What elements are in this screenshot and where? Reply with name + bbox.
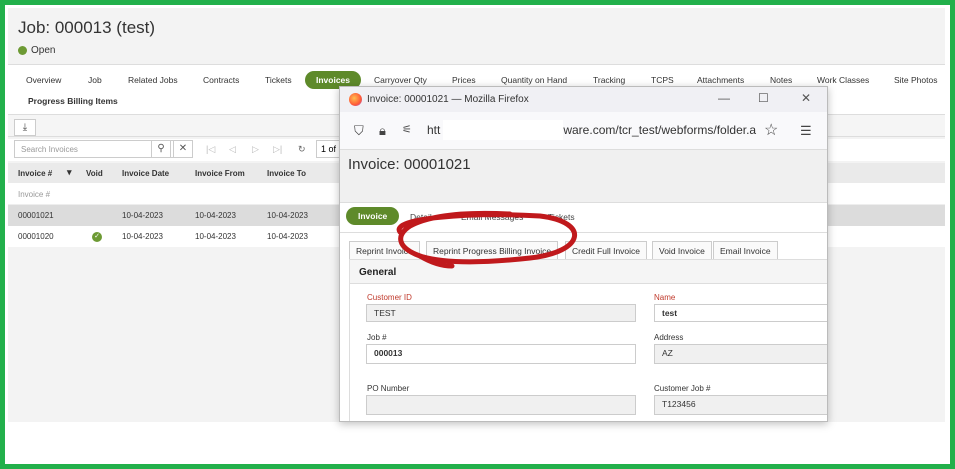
- tab-overview[interactable]: Overview: [26, 71, 61, 89]
- window-titlebar: Invoice: 00001021 — Mozilla Firefox — ☐ …: [340, 87, 827, 112]
- window-title: Invoice: 00001021 — Mozilla Firefox: [367, 94, 529, 105]
- firefox-popup-window: Invoice: 00001021 — Mozilla Firefox — ☐ …: [339, 86, 828, 422]
- tab-email-messages[interactable]: Email Messages: [461, 212, 523, 222]
- page-title: Job: 000013 (test): [18, 18, 156, 37]
- tab-tickets[interactable]: Tickets: [265, 71, 292, 89]
- first-page-icon[interactable]: |◁: [206, 144, 215, 155]
- refresh-icon[interactable]: ↻: [298, 144, 306, 155]
- cell-from: 10-04-2023: [195, 211, 236, 220]
- invoice-header: Invoice: 00001021: [340, 150, 827, 203]
- invoice-filter-input[interactable]: Invoice #: [18, 190, 50, 199]
- redacted-url-block: [443, 120, 563, 140]
- customer-job-field[interactable]: T123456: [654, 395, 827, 415]
- cell-date: 10-04-2023: [122, 232, 163, 241]
- cell-date: 10-04-2023: [122, 211, 163, 220]
- tab-details[interactable]: Details: [410, 212, 436, 222]
- close-icon[interactable]: ✕: [173, 140, 193, 158]
- credit-full-invoice-button[interactable]: Credit Full Invoice: [565, 241, 648, 261]
- name-label: Name: [654, 293, 676, 302]
- col-void[interactable]: Void: [86, 169, 103, 178]
- customer-job-label: Customer Job #: [654, 384, 711, 393]
- col-invoice-to[interactable]: Invoice To: [267, 169, 306, 178]
- cell-invoice: 00001021: [18, 211, 54, 220]
- search-input[interactable]: Search Invoices: [14, 140, 174, 158]
- search-icon[interactable]: ⚲: [151, 140, 171, 158]
- maximize-icon[interactable]: ☐: [758, 91, 769, 105]
- customer-id-field[interactable]: TEST: [366, 304, 636, 322]
- permissions-icon[interactable]: ⚟: [402, 123, 412, 136]
- job-number-field[interactable]: 000013: [366, 344, 636, 364]
- col-invoice-number[interactable]: Invoice #: [18, 169, 52, 178]
- prev-page-icon[interactable]: ◁: [229, 144, 236, 155]
- address-field[interactable]: AZ: [654, 344, 827, 364]
- cell-from: 10-04-2023: [195, 232, 236, 241]
- void-invoice-button[interactable]: Void Invoice: [652, 241, 712, 261]
- cell-to: 10-04-2023: [267, 232, 308, 241]
- col-invoice-date[interactable]: Invoice Date: [122, 169, 169, 178]
- invoice-tabs: Invoice Details Email Messages Tickets: [340, 203, 827, 233]
- tab-invoice[interactable]: Invoice: [346, 207, 400, 225]
- address-label: Address: [654, 333, 684, 342]
- last-page-icon[interactable]: ▷|: [273, 144, 282, 155]
- tab-contracts[interactable]: Contracts: [203, 71, 239, 89]
- tab-related-jobs[interactable]: Related Jobs: [128, 71, 178, 89]
- name-field[interactable]: test: [654, 304, 827, 322]
- job-number-label: Job #: [367, 333, 387, 342]
- minimize-icon[interactable]: —: [718, 91, 730, 105]
- status-dot-icon: [18, 46, 27, 55]
- po-number-label: PO Number: [367, 384, 410, 393]
- download-icon[interactable]: ⤓: [14, 119, 36, 136]
- next-page-icon[interactable]: ▷: [252, 144, 259, 155]
- customer-id-label: Customer ID: [367, 293, 412, 302]
- reprint-progress-billing-invoice-button[interactable]: Reprint Progress Billing Invoice: [426, 241, 559, 261]
- status-label: Open: [31, 45, 56, 56]
- lock-icon[interactable]: 🔒︎: [379, 123, 386, 139]
- general-section: General Customer ID TEST Name test Job #…: [349, 259, 827, 421]
- reprint-invoice-button[interactable]: Reprint Invoice: [349, 241, 420, 261]
- tab-job[interactable]: Job: [88, 71, 102, 89]
- email-invoice-button[interactable]: Email Invoice: [713, 241, 778, 261]
- shield-icon[interactable]: ⛉: [354, 123, 364, 139]
- po-number-field[interactable]: [366, 395, 636, 415]
- window-close-icon[interactable]: ✕: [801, 91, 811, 105]
- invoice-title: Invoice: 00001021: [348, 156, 471, 173]
- address-bar[interactable]: ⛉ 🔒︎ ⚟ htt ware.com/tcr_test/webforms/fol…: [340, 112, 827, 150]
- status-badge: Open: [18, 45, 55, 56]
- tab-popup-tickets[interactable]: Tickets: [548, 212, 575, 222]
- star-icon[interactable]: ☆: [764, 120, 778, 140]
- firefox-logo-icon: [349, 93, 362, 106]
- section-title: General: [350, 260, 827, 284]
- check-icon: ✓: [92, 232, 102, 242]
- chevron-down-icon[interactable]: ▾: [67, 167, 72, 178]
- tab-site-photos[interactable]: Site Photos: [894, 71, 937, 89]
- cell-to: 10-04-2023: [267, 211, 308, 220]
- tab-progress-billing-items[interactable]: Progress Billing Items: [28, 92, 118, 110]
- cell-invoice: 00001020: [18, 232, 54, 241]
- col-invoice-from[interactable]: Invoice From: [195, 169, 245, 178]
- menu-icon[interactable]: ☰: [800, 123, 812, 139]
